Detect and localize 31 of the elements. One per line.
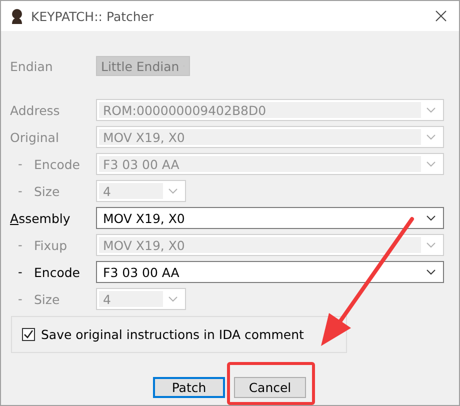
close-icon[interactable] — [435, 10, 447, 22]
dropdown-caret-icon — [426, 269, 436, 275]
field-label: Original — [10, 130, 60, 144]
indent-dash: - — [17, 265, 24, 279]
dropdown-caret-icon — [426, 215, 436, 221]
dropdown-caret-icon — [426, 161, 436, 167]
field-label: Encode — [34, 264, 81, 280]
window-title: KEYPATCH:: Patcher — [31, 8, 155, 24]
dropdown-caret-icon — [426, 242, 436, 248]
dropdown-caret-icon — [168, 188, 178, 194]
dropdown-caret-icon — [168, 296, 178, 302]
combo-box[interactable]: F3 03 00 AA — [96, 261, 444, 283]
indent-dash: - — [17, 238, 24, 252]
field-label: Size — [34, 292, 61, 306]
field-label: Encode — [34, 156, 81, 172]
checkbox[interactable] — [22, 328, 35, 341]
checkbox-label[interactable]: Save original instructions in IDA comment — [41, 327, 304, 342]
field-label: Address — [10, 102, 61, 118]
dialog-button[interactable]: Cancel — [234, 377, 306, 398]
field-label: Endian — [10, 58, 54, 74]
indent-dash: - — [17, 292, 24, 306]
field-label: Fixup — [34, 238, 68, 252]
dropdown-caret-icon — [426, 107, 436, 113]
dialog-button[interactable]: Patch — [153, 377, 225, 398]
field-label: Assembly — [10, 210, 72, 226]
dropdown-caret-icon — [426, 134, 436, 140]
indent-dash: - — [17, 157, 24, 171]
field-label: Size — [34, 184, 61, 198]
avatar-icon — [9, 8, 25, 24]
combo-box[interactable]: MOV X19, X0 — [96, 207, 444, 229]
indent-dash: - — [17, 184, 24, 198]
